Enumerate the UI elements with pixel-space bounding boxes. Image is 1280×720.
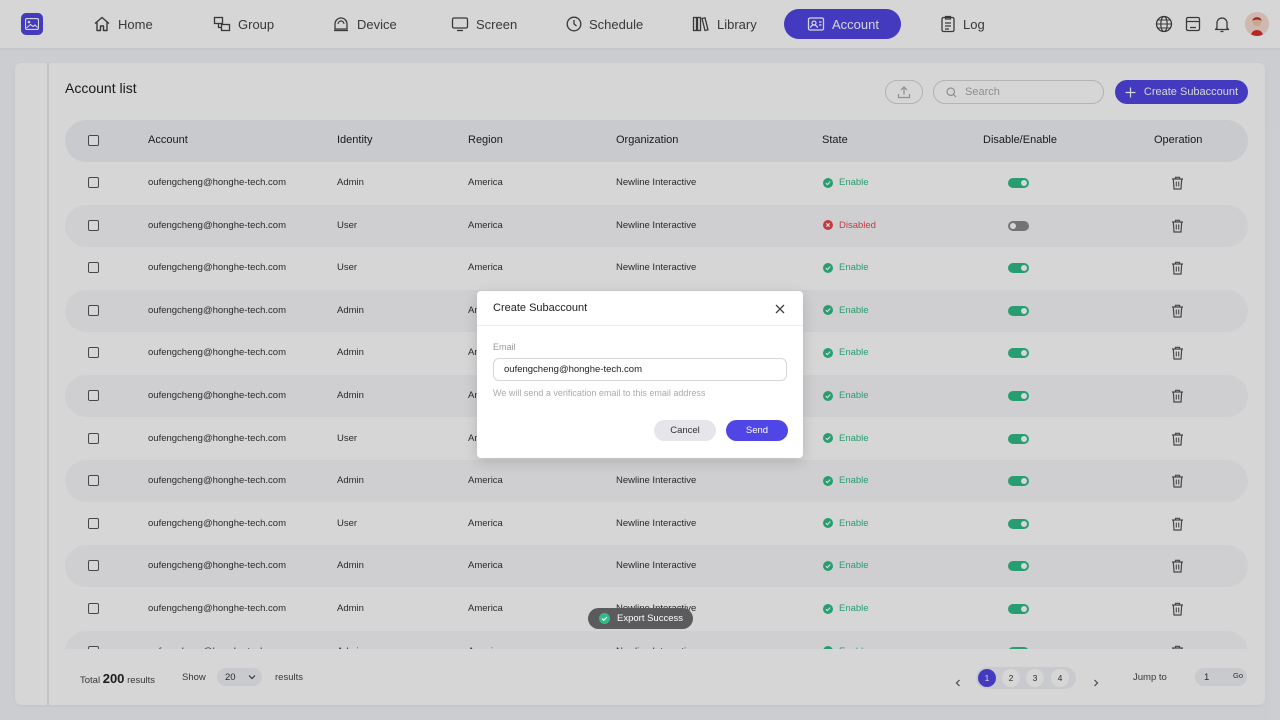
close-icon[interactable]	[774, 302, 786, 314]
dialog-divider	[477, 325, 803, 326]
check-circle-icon	[599, 613, 610, 624]
create-subaccount-dialog: Create Subaccount Email We will send a v…	[477, 291, 803, 458]
email-field[interactable]	[493, 358, 787, 381]
cancel-button[interactable]: Cancel	[654, 420, 716, 441]
email-hint: We will send a verification email to thi…	[493, 388, 706, 398]
email-label: Email	[493, 342, 516, 352]
dialog-title: Create Subaccount	[493, 302, 588, 314]
export-success-toast: Export Success	[588, 608, 693, 629]
send-button[interactable]: Send	[726, 420, 788, 441]
toast-message: Export Success	[617, 613, 683, 624]
